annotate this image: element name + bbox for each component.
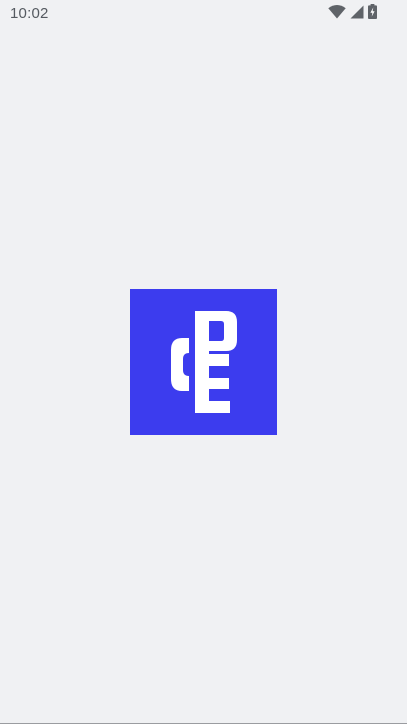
battery-charging-icon [368,4,377,24]
cellular-signal-icon [350,5,364,24]
app-logo [130,289,277,435]
wifi-icon [328,4,346,24]
status-bar: 10:02 [0,0,407,28]
status-time: 10:02 [10,5,49,22]
status-icons [328,4,377,24]
